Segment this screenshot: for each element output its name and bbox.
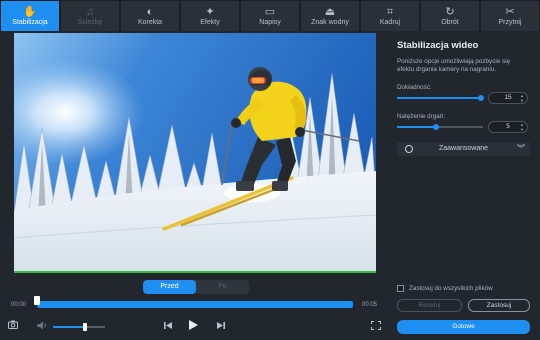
- hand-wave-icon: ✋: [23, 6, 37, 18]
- tab-label: Przytnij: [498, 19, 522, 26]
- tab-label: Obrót: [441, 19, 459, 26]
- shake-slider-fill: [397, 126, 436, 128]
- apply-all-label[interactable]: Zastosuj do wszystkich plików: [409, 285, 493, 292]
- skip-previous-icon[interactable]: [163, 321, 173, 334]
- tab-label: Kadruj: [379, 19, 401, 26]
- apply-all-checkbox[interactable]: [397, 285, 404, 292]
- accuracy-value: 15: [504, 94, 512, 101]
- tab-label: Ścieżkę: [77, 19, 103, 26]
- video-bottom-border: [14, 271, 376, 273]
- accuracy-spinbox[interactable]: 15 ▲ ▼: [488, 92, 528, 104]
- tab-label: Efekty: [200, 19, 220, 26]
- shake-slider-knob[interactable]: [433, 124, 439, 130]
- tab-captions[interactable]: ▭ Napisy: [241, 1, 299, 31]
- before-button[interactable]: Przed: [143, 280, 196, 294]
- skip-next-icon[interactable]: [216, 321, 226, 334]
- panel-description: Poniższe opcje umożliwiają pozbycie się …: [397, 58, 511, 73]
- accuracy-slider-knob[interactable]: [478, 95, 484, 101]
- play-icon[interactable]: [187, 319, 199, 335]
- spin-arrows-icon[interactable]: ▲ ▼: [520, 93, 524, 103]
- apply-button[interactable]: Zastosuj: [468, 299, 530, 312]
- advanced-expander[interactable]: Zaawansowane ︾: [397, 142, 530, 156]
- crop-icon: ⌗: [386, 6, 394, 18]
- tab-audio[interactable]: ♫ Ścieżkę: [61, 1, 119, 31]
- editing-toolbar: ✋ Stabilizacja ♫ Ścieżkę ◐ Korekta ✦ Efe…: [0, 0, 540, 31]
- speaker-icon[interactable]: [37, 321, 47, 334]
- contrast-icon: ◐: [146, 6, 154, 18]
- rotate-icon: ↻: [445, 6, 455, 18]
- chevron-double-down-icon: ︾: [517, 144, 525, 153]
- tab-correction[interactable]: ◐ Korekta: [121, 1, 179, 31]
- fullscreen-icon[interactable]: [371, 321, 381, 334]
- advanced-label: Zaawansowane: [438, 145, 489, 152]
- after-button[interactable]: Po: [196, 280, 249, 294]
- timeline-track[interactable]: [37, 301, 353, 308]
- volume-fill: [53, 326, 85, 328]
- stamp-icon: ⏏: [324, 6, 336, 18]
- tab-label: Napisy: [259, 19, 281, 26]
- video-preview: [14, 33, 376, 273]
- playhead-handle[interactable]: [34, 296, 40, 305]
- tab-effects[interactable]: ✦ Efekty: [181, 1, 239, 31]
- volume-knob[interactable]: [83, 323, 87, 331]
- done-button[interactable]: Gotowe: [397, 320, 530, 334]
- music-note-icon: ♫: [85, 6, 95, 18]
- panel-title: Stabilizacja wideo: [397, 40, 479, 51]
- tab-rotate[interactable]: ↻ Obrót: [421, 1, 479, 31]
- tab-watermark[interactable]: ⏏ Znak wodny: [301, 1, 359, 31]
- tab-stabilization[interactable]: ✋ Stabilizacja: [1, 1, 59, 31]
- accuracy-slider-fill: [397, 97, 481, 99]
- shake-value: 5: [506, 123, 510, 130]
- video-stabilization-window: ✋ Stabilizacja ♫ Ścieżkę ◐ Korekta ✦ Efe…: [0, 0, 540, 340]
- speech-bubble-icon: ▭: [264, 6, 276, 18]
- accuracy-label: Dokładność:: [397, 84, 432, 91]
- tab-trim[interactable]: ✂ Przytnij: [481, 1, 539, 31]
- magic-wand-icon: ✦: [205, 6, 215, 18]
- scissors-icon: ✂: [505, 6, 515, 18]
- current-time: 00:00: [11, 302, 27, 308]
- skier-frame-image: [14, 33, 376, 273]
- camera-icon[interactable]: [8, 320, 18, 333]
- tab-label: Stabilizacja: [12, 19, 48, 26]
- reset-button[interactable]: Resetuj: [397, 299, 462, 312]
- shake-spinbox[interactable]: 5 ▲ ▼: [488, 121, 528, 133]
- total-time: 00:05: [362, 302, 378, 308]
- before-after-toggle: Przed Po: [143, 280, 249, 294]
- tab-crop[interactable]: ⌗ Kadruj: [361, 1, 419, 31]
- tab-label: Korekta: [137, 19, 163, 26]
- spin-arrows-icon[interactable]: ▲ ▼: [520, 122, 524, 132]
- shake-label: Natężenie drgań:: [397, 113, 445, 120]
- tab-label: Znak wodny: [311, 19, 349, 26]
